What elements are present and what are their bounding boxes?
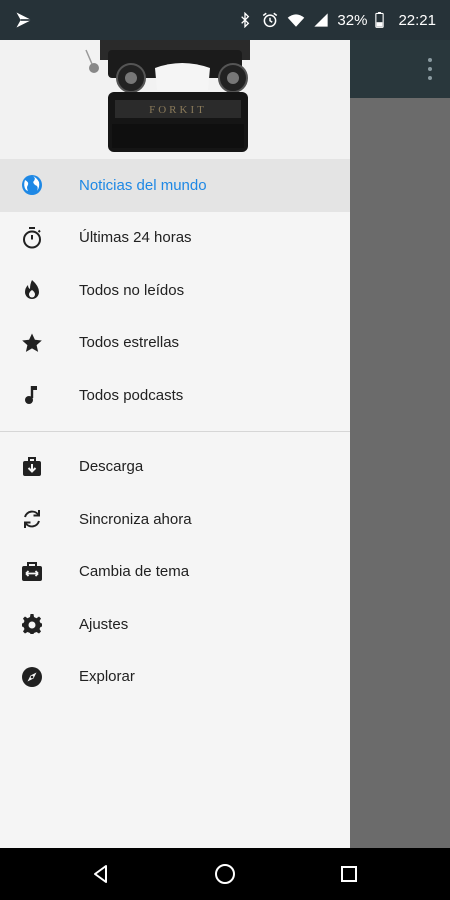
music-note-icon	[20, 383, 44, 407]
menu-item-label: Todos podcasts	[79, 386, 184, 404]
menu-item-cambia-de-tema[interactable]: Cambia de tema	[0, 546, 350, 599]
drawer-header-image: FORKIT	[0, 40, 350, 159]
recents-icon[interactable]	[337, 862, 361, 886]
signal-icon	[313, 12, 329, 28]
status-time: 22:21	[398, 11, 436, 29]
drawer-divider	[0, 430, 350, 432]
download-icon	[20, 455, 44, 479]
battery-icon	[375, 12, 385, 28]
theme-icon	[20, 560, 44, 584]
menu-item-label: Últimas 24 horas	[79, 229, 192, 247]
sync-icon	[20, 507, 44, 531]
menu-item-todos-no-leidos[interactable]: Todos no leídos	[0, 264, 350, 317]
menu-item-label: Noticias del mundo	[79, 176, 207, 194]
menu-item-todos-podcasts[interactable]: Todos podcasts	[0, 369, 350, 422]
menu-item-noticias-del-mundo[interactable]: Noticias del mundo	[0, 159, 350, 212]
star-icon	[20, 331, 44, 355]
status-icons: 32% 22:21	[237, 11, 436, 29]
wifi-icon	[287, 11, 305, 29]
battery-percent: 32%	[337, 11, 368, 29]
gear-icon	[20, 612, 44, 636]
navigation-drawer: FORKIT Noticias del mundo Últimas 24 hor…	[0, 40, 350, 848]
secondary-menu: Descarga Sincroniza ahora Cambia de tema…	[0, 441, 350, 704]
bluetooth-icon	[237, 12, 253, 28]
menu-item-label: Todos no leídos	[79, 281, 185, 299]
home-icon[interactable]	[213, 862, 237, 886]
menu-item-todos-estrellas[interactable]: Todos estrellas	[0, 317, 350, 370]
primary-menu: Noticias del mundo Últimas 24 horas Todo…	[0, 159, 350, 422]
flame-icon	[20, 278, 44, 302]
menu-item-label: Explorar	[79, 668, 135, 686]
menu-item-label: Todos estrellas	[79, 334, 180, 352]
globe-icon	[20, 173, 44, 197]
menu-item-descarga[interactable]: Descarga	[0, 441, 350, 494]
menu-item-label: Ajustes	[79, 615, 129, 633]
menu-item-explorar[interactable]: Explorar	[0, 651, 350, 704]
status-bar: 32% 22:21	[0, 0, 450, 40]
svg-text:FORKIT: FORKIT	[149, 104, 207, 116]
back-icon[interactable]	[89, 862, 113, 886]
alarm-icon	[261, 11, 279, 29]
app-logo-icon	[14, 10, 34, 30]
compass-icon	[20, 665, 44, 689]
timer-icon	[20, 226, 44, 250]
menu-item-label: Descarga	[79, 458, 144, 476]
system-nav-bar	[0, 848, 450, 900]
more-vert-icon[interactable]	[426, 58, 434, 80]
menu-item-ajustes[interactable]: Ajustes	[0, 598, 350, 651]
menu-item-ultimas-24-horas[interactable]: Últimas 24 horas	[0, 212, 350, 265]
menu-item-label: Cambia de tema	[79, 563, 190, 581]
menu-item-label: Sincroniza ahora	[79, 510, 192, 528]
menu-item-sincroniza-ahora[interactable]: Sincroniza ahora	[0, 493, 350, 546]
